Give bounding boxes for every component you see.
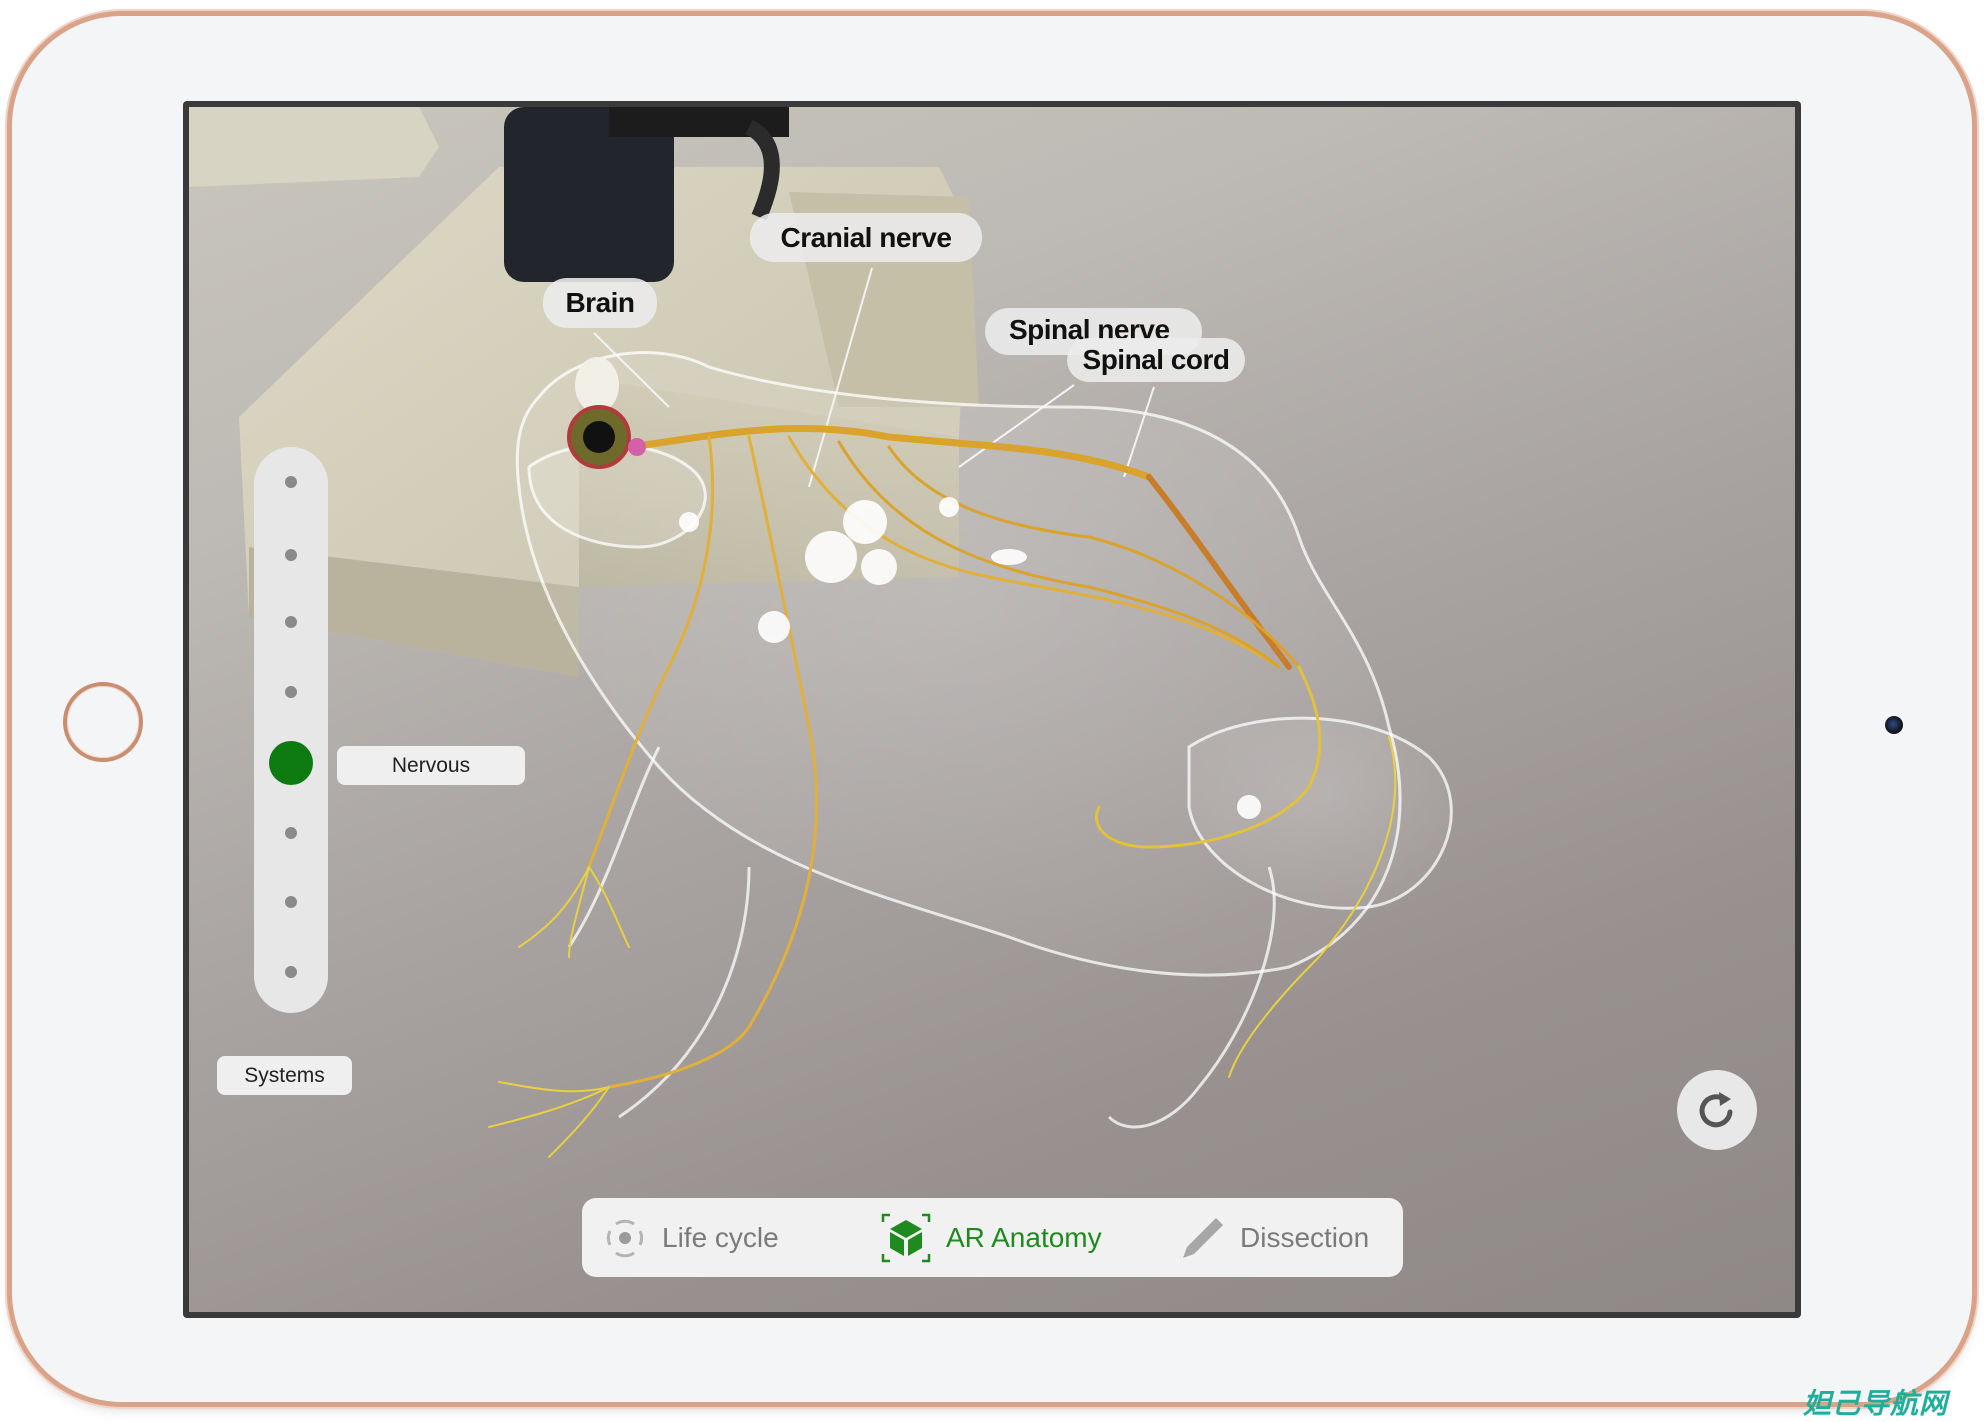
slider-stop[interactable] bbox=[285, 686, 297, 698]
ar-scene bbox=[189, 107, 1453, 1158]
slider-stop[interactable] bbox=[285, 896, 297, 908]
systems-slider[interactable] bbox=[254, 447, 328, 1013]
tab-dissection[interactable]: Dissection bbox=[1180, 1198, 1369, 1277]
tab-life-cycle-label: Life cycle bbox=[662, 1221, 779, 1253]
callout-cranial-nerve[interactable]: Cranial nerve bbox=[750, 213, 982, 262]
frog-model bbox=[515, 351, 1453, 1129]
reset-view-button[interactable] bbox=[1677, 1070, 1757, 1150]
mode-toolbar: Life cycle AR Anatomy Dissection bbox=[582, 1198, 1403, 1277]
ar-cube-icon bbox=[881, 1213, 931, 1262]
systems-label: Systems bbox=[217, 1056, 352, 1095]
reset-rotate-icon bbox=[1699, 1092, 1733, 1128]
callout-spinal-cord[interactable]: Spinal cord bbox=[1067, 338, 1245, 382]
slider-stop[interactable] bbox=[285, 476, 297, 488]
ipad-screen: Brain Cranial nerve Spinal nerve Spinal … bbox=[183, 101, 1801, 1318]
slider-stop[interactable] bbox=[285, 966, 297, 978]
tab-dissection-label: Dissection bbox=[1240, 1221, 1370, 1253]
tab-life-cycle[interactable]: Life cycle bbox=[602, 1198, 779, 1277]
systems-label-text: Systems bbox=[244, 1063, 325, 1087]
slider-stop[interactable] bbox=[285, 827, 297, 839]
selected-system-label: Nervous bbox=[337, 746, 525, 785]
life-cycle-icon bbox=[606, 1219, 644, 1257]
tab-ar-anatomy[interactable]: AR Anatomy bbox=[880, 1198, 1102, 1277]
watermark: 妲己导航网 bbox=[1803, 1388, 1949, 1419]
callout-label: Cranial nerve bbox=[780, 221, 952, 253]
callout-brain[interactable]: Brain bbox=[543, 278, 657, 328]
tab-ar-anatomy-label: AR Anatomy bbox=[946, 1221, 1102, 1253]
ar-camera-view[interactable]: Brain Cranial nerve Spinal nerve Spinal … bbox=[189, 107, 1795, 1312]
selected-system-text: Nervous bbox=[391, 753, 471, 777]
camera-icon bbox=[1885, 716, 1903, 734]
callout-label: Spinal cord bbox=[1082, 344, 1230, 375]
slider-stop[interactable] bbox=[285, 549, 297, 561]
pencil-icon bbox=[1183, 1217, 1223, 1258]
callout-label: Brain bbox=[565, 287, 635, 318]
slider-stop-selected[interactable] bbox=[269, 741, 313, 785]
slider-stop[interactable] bbox=[285, 616, 297, 628]
home-button[interactable] bbox=[63, 682, 143, 762]
